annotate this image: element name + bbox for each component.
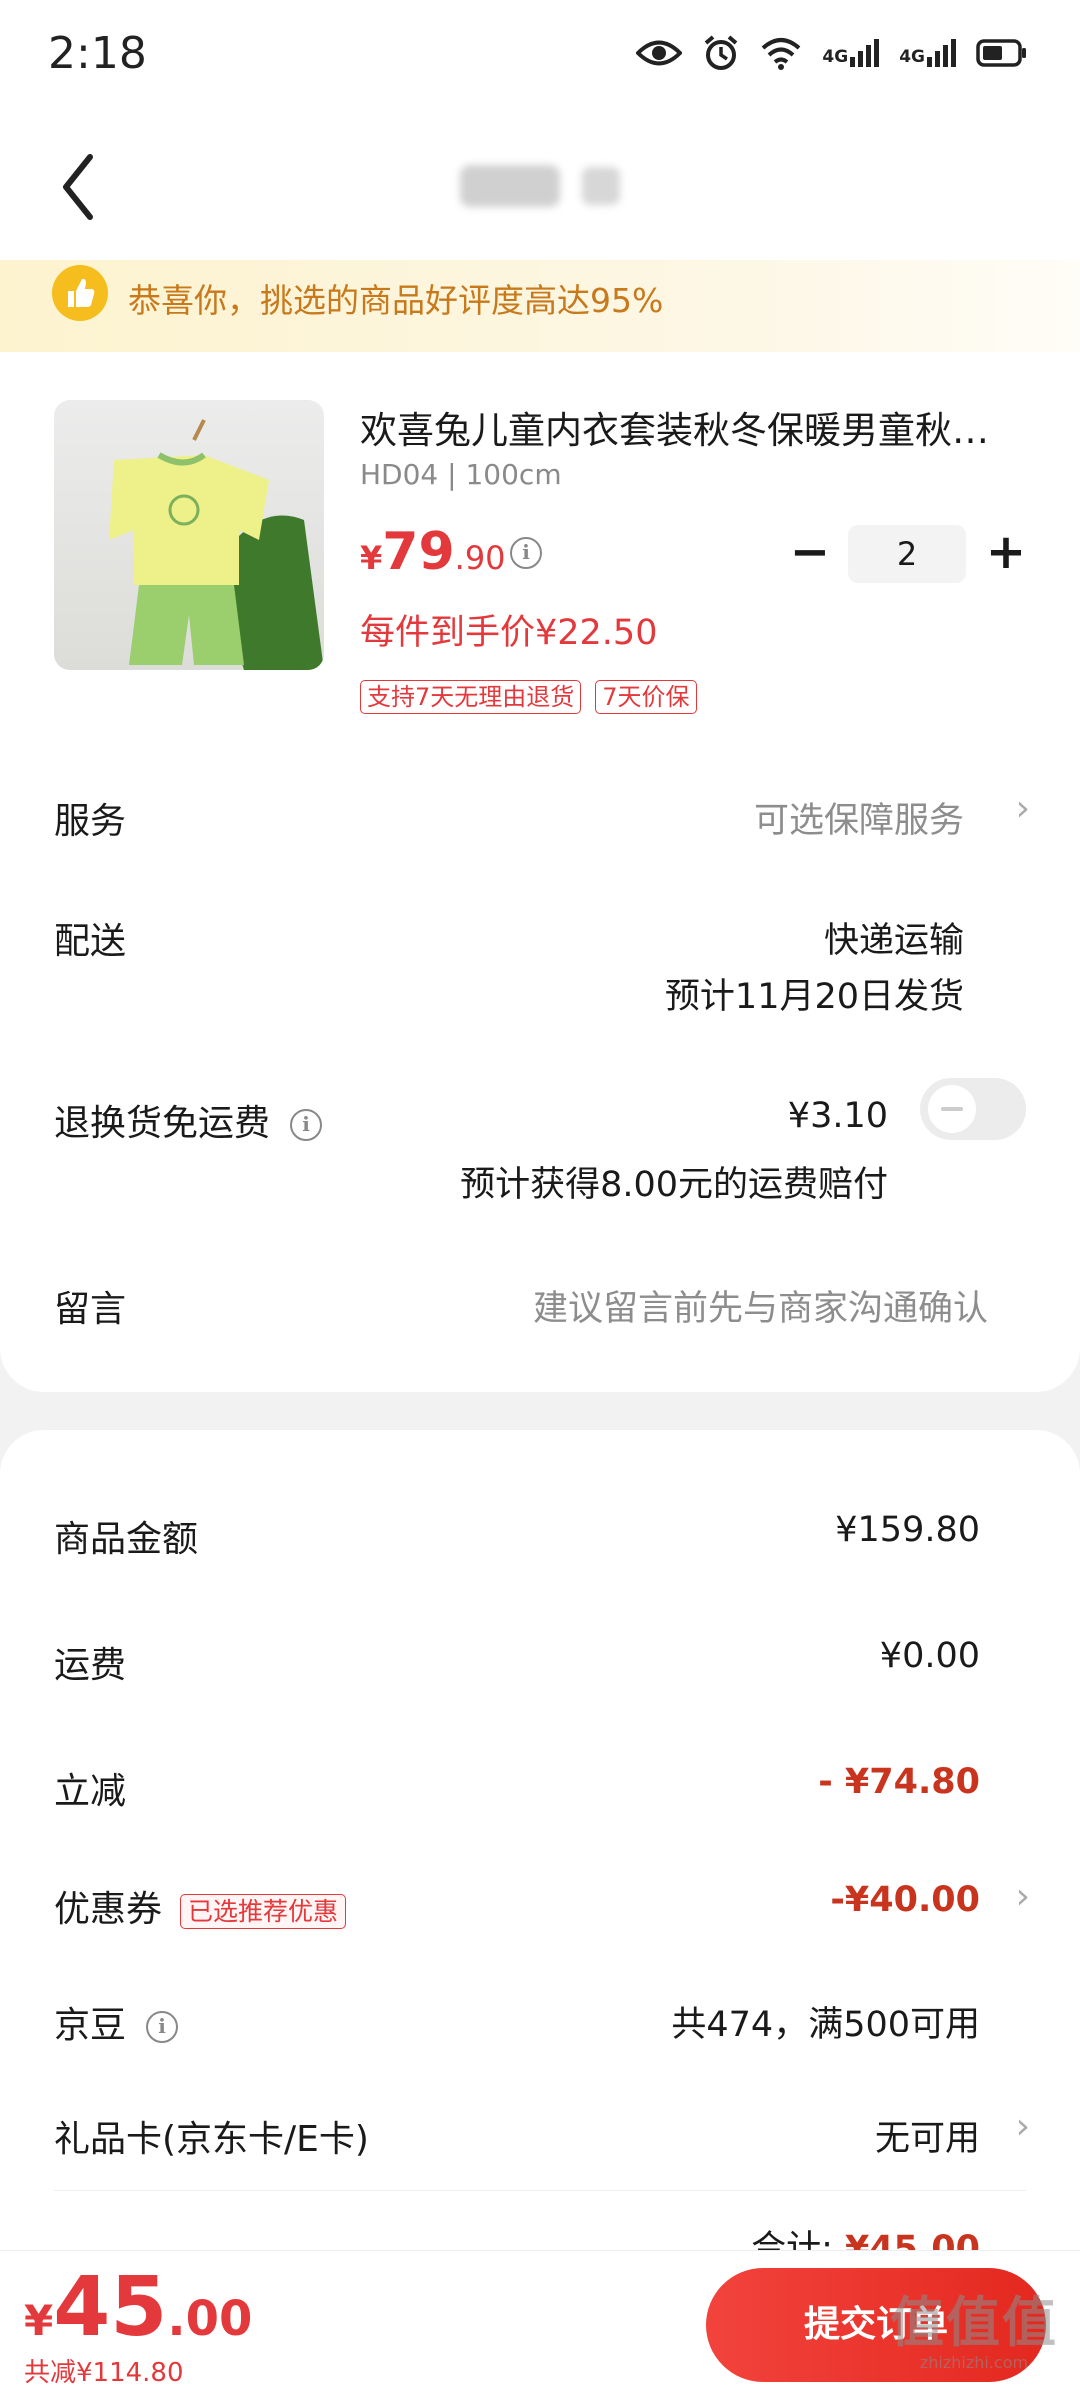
giftcard-label: 礼品卡(京东卡/E卡) — [54, 2119, 369, 2160]
watermark: 值值值 zhizhizhi.com — [890, 2291, 1058, 2372]
jingdou-info-icon[interactable]: i — [146, 2011, 179, 2043]
divider — [54, 2190, 1026, 2191]
signal-4g-icon-2: 4G — [899, 39, 956, 67]
coupon-row: 优惠券 已选推荐优惠 — [54, 1880, 347, 1932]
jingdou-value: 共474，满500可用 — [671, 2005, 980, 2045]
nav-bar — [0, 115, 1080, 260]
shipping-value: ¥0.00 — [879, 1636, 980, 1676]
unit-price: 每件到手价¥22.50 — [360, 613, 658, 653]
coupon-chevron-icon[interactable]: › — [1016, 1876, 1030, 1917]
status-bar: 2:18 4G 4G — [0, 0, 1080, 115]
message-label: 留言 — [54, 1289, 127, 1330]
status-icons: 4G 4G — [636, 34, 1028, 72]
total-savings: 共减¥114.80 — [24, 2358, 184, 2388]
thumbs-up-icon — [52, 265, 108, 321]
delivery-label: 配送 — [54, 921, 127, 962]
discount-label: 立减 — [54, 1771, 127, 1812]
product-image[interactable] — [54, 400, 324, 670]
battery-icon — [976, 39, 1026, 67]
service-option[interactable]: 可选保障服务 — [754, 792, 964, 843]
quantity-increase-button[interactable]: + — [982, 522, 1030, 582]
return-freight-toggle[interactable] — [920, 1078, 1026, 1140]
signal-4g-icon: 4G — [822, 39, 880, 67]
delivery-estimate: 预计11月20日发货 — [664, 977, 964, 1017]
return-freight-row: 退换货免运费 i — [54, 1094, 323, 1146]
jingdou-label: 京豆 — [54, 2005, 127, 2046]
message-input[interactable]: 建议留言前先与商家沟通确认 — [533, 1280, 988, 1331]
coupon-label: 优惠券 — [54, 1889, 163, 1930]
shipping-label: 运费 — [54, 1645, 127, 1686]
return-freight-compensation: 预计获得8.00元的运费赔付 — [460, 1165, 888, 1205]
product-spec: HD04 | 100cm — [360, 458, 562, 491]
banner-text: 恭喜你，挑选的商品好评度高达95% — [128, 281, 664, 320]
goods-amount-label: 商品金额 — [54, 1519, 199, 1560]
coupon-value[interactable]: -¥40.00 — [830, 1880, 980, 1920]
return-freight-info-icon[interactable]: i — [290, 1109, 323, 1141]
goods-amount-value: ¥159.80 — [835, 1510, 980, 1550]
return-freight-label: 退换货免运费 — [54, 1103, 271, 1144]
giftcard-value[interactable]: 无可用 — [875, 2110, 980, 2161]
return-freight-price: ¥3.10 — [787, 1096, 888, 1136]
product-tags: 支持7天无理由退货 7天价保 — [360, 680, 697, 714]
quantity-input[interactable]: 2 — [848, 525, 966, 583]
toggle-knob — [928, 1085, 976, 1133]
giftcard-chevron-icon[interactable]: › — [1016, 2106, 1030, 2147]
alarm-icon — [705, 35, 738, 70]
wifi-icon — [762, 38, 801, 70]
discount-value: - ¥74.80 — [818, 1762, 980, 1802]
tag-price-protection: 7天价保 — [595, 680, 697, 714]
product-title[interactable]: 欢喜兔儿童内衣套装秋冬保暖男童秋… — [360, 400, 1030, 454]
delivery-method[interactable]: 快递运输 — [824, 912, 964, 963]
price-info-icon[interactable]: i — [510, 537, 542, 569]
tag-return-policy: 支持7天无理由退货 — [360, 680, 582, 714]
status-time: 2:18 — [48, 28, 147, 79]
quantity-decrease-button[interactable]: − — [786, 522, 834, 582]
page-title-blurred — [0, 165, 1080, 207]
checkout-total-price: ¥45.00 — [24, 2260, 253, 2355]
service-chevron-icon[interactable]: › — [1016, 788, 1030, 829]
service-label: 服务 — [54, 801, 127, 842]
coupon-tag: 已选推荐优惠 — [180, 1893, 347, 1929]
jingdou-row: 京豆 i — [54, 1996, 179, 2048]
product-price: ¥79.90 — [360, 522, 506, 582]
eye-icon — [636, 40, 683, 66]
